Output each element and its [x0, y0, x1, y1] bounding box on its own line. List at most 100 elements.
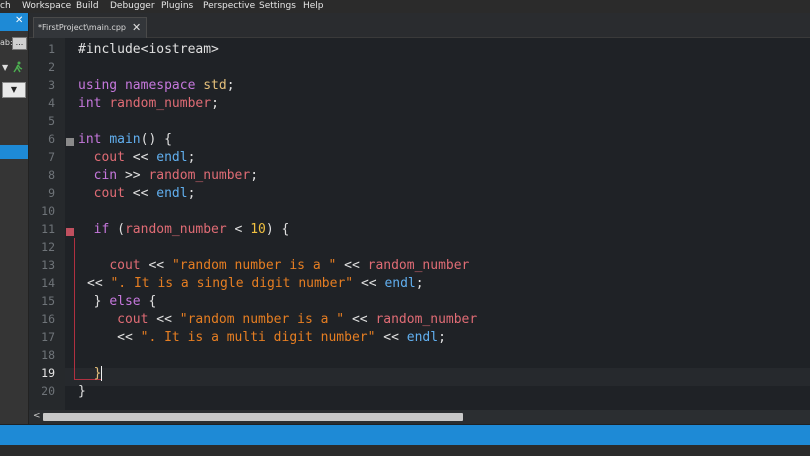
panel-header: ✕	[0, 13, 28, 31]
line-number-active: 19	[41, 366, 55, 380]
punct: }	[93, 294, 110, 309]
operator: <<	[375, 330, 407, 345]
close-icon[interactable]: ✕	[15, 15, 23, 26]
line-number: 10	[41, 204, 55, 218]
current-line-highlight	[65, 368, 810, 386]
run-icon[interactable]	[12, 61, 24, 73]
tab-main-cpp[interactable]: *FirstProject\main.cpp ✕	[33, 17, 147, 39]
code-line-15: } else {	[78, 293, 157, 311]
punct: (	[109, 222, 125, 237]
code-line-20: }	[78, 383, 86, 401]
fold-marker-main[interactable]	[66, 138, 74, 146]
identifier: endl	[406, 330, 439, 345]
scroll-left-icon[interactable]: <	[33, 411, 41, 421]
operator: <<	[336, 258, 368, 273]
menu-bar: ch Workspace Build Debugger Plugins Pers…	[0, 0, 810, 13]
bottom-panel-bar	[0, 445, 810, 456]
variable: random_number	[124, 222, 227, 237]
code-line-3: using namespace std;	[78, 77, 235, 95]
menu-debugger[interactable]: Debugger	[110, 0, 155, 13]
function: main	[109, 132, 141, 147]
code-line-1: #include<iostream>	[78, 41, 219, 59]
identifier: endl	[384, 276, 416, 291]
line-number: 1	[48, 42, 55, 56]
punct: ) {	[265, 222, 290, 237]
keyword: if	[93, 222, 110, 237]
scroll-thumb[interactable]	[43, 413, 463, 421]
line-number: 9	[48, 186, 55, 200]
include-directive: #include<iostream>	[78, 42, 219, 57]
line-number: 2	[48, 60, 55, 74]
menu-workspace[interactable]: Workspace	[22, 0, 71, 13]
string: ". It is a multi digit number"	[140, 330, 376, 345]
operator: <<	[124, 186, 157, 201]
fold-range-line	[74, 238, 75, 380]
keyword: using namespace	[78, 78, 196, 93]
code-line-9: cout << endl;	[78, 185, 196, 203]
namespace: std	[203, 78, 227, 93]
code-line-17: << ". It is a multi digit number" << end…	[78, 329, 446, 347]
string: ". It is a single digit number"	[110, 276, 354, 291]
fold-marker-if[interactable]	[66, 228, 74, 236]
code-line-11: if (random_number < 10) {	[78, 221, 290, 239]
menu-build[interactable]: Build	[76, 0, 99, 13]
expand-icon[interactable]: ▼	[2, 63, 8, 72]
line-number: 15	[41, 294, 55, 308]
brace: }	[93, 366, 102, 381]
status-bar	[0, 425, 810, 445]
horizontal-scrollbar[interactable]: <	[29, 410, 810, 424]
identifier: cout	[109, 258, 141, 273]
string: "random number is a "	[179, 312, 345, 327]
code-line-19: }	[78, 365, 103, 383]
code-line-7: cout << endl;	[78, 149, 196, 167]
menu-help[interactable]: Help	[303, 0, 324, 13]
operator: <<	[344, 312, 376, 327]
operator: >>	[117, 168, 149, 183]
punct: ;	[415, 276, 424, 291]
tab-close-icon[interactable]: ✕	[132, 18, 141, 38]
identifier: cout	[117, 312, 149, 327]
line-number: 6	[48, 132, 55, 146]
variable: random_number	[148, 168, 251, 183]
line-number: 12	[41, 240, 55, 254]
punct: ;	[438, 330, 446, 345]
line-number: 18	[41, 348, 55, 362]
text-cursor	[101, 366, 103, 381]
punct: ;	[250, 168, 259, 183]
identifier: endl	[156, 186, 188, 201]
type: int	[78, 132, 102, 147]
punct: ;	[211, 96, 219, 111]
operator: <<	[124, 150, 157, 165]
operator: <<	[353, 276, 385, 291]
operator: <<	[148, 312, 180, 327]
operator: <<	[140, 258, 172, 273]
line-number: 5	[48, 114, 55, 128]
menu-plugins[interactable]: Plugins	[161, 0, 193, 13]
menu-settings[interactable]: Settings	[259, 0, 296, 13]
line-number: 13	[41, 258, 55, 272]
operator: <<	[87, 276, 111, 291]
tab-label: *FirstProject\main.cpp	[38, 23, 126, 32]
code-line-8: cin >> random_number;	[78, 167, 258, 185]
menu-perspective[interactable]: Perspective	[203, 0, 255, 13]
identifier: endl	[156, 150, 188, 165]
variable: random_number	[375, 312, 478, 327]
dropdown-button[interactable]: ▼	[2, 82, 26, 98]
operator: <<	[117, 330, 141, 345]
punct: ;	[187, 186, 196, 201]
identifier: cin	[93, 168, 118, 183]
code-line-16: cout << "random number is a " << random_…	[78, 311, 477, 329]
line-number: 11	[41, 222, 55, 236]
line-number: 14	[41, 276, 55, 290]
line-number: 17	[41, 330, 55, 344]
identifier: cout	[93, 150, 125, 165]
identifier: cout	[93, 186, 125, 201]
line-number: 7	[48, 150, 55, 164]
punct: ;	[187, 150, 196, 165]
selected-tree-item[interactable]	[0, 145, 28, 159]
menu-search[interactable]: ch	[0, 0, 11, 13]
operator: <	[226, 222, 251, 237]
string: "random number is a "	[171, 258, 337, 273]
variable: random_number	[109, 96, 212, 111]
code-line-13: cout << "random number is a " << random_…	[78, 257, 469, 275]
